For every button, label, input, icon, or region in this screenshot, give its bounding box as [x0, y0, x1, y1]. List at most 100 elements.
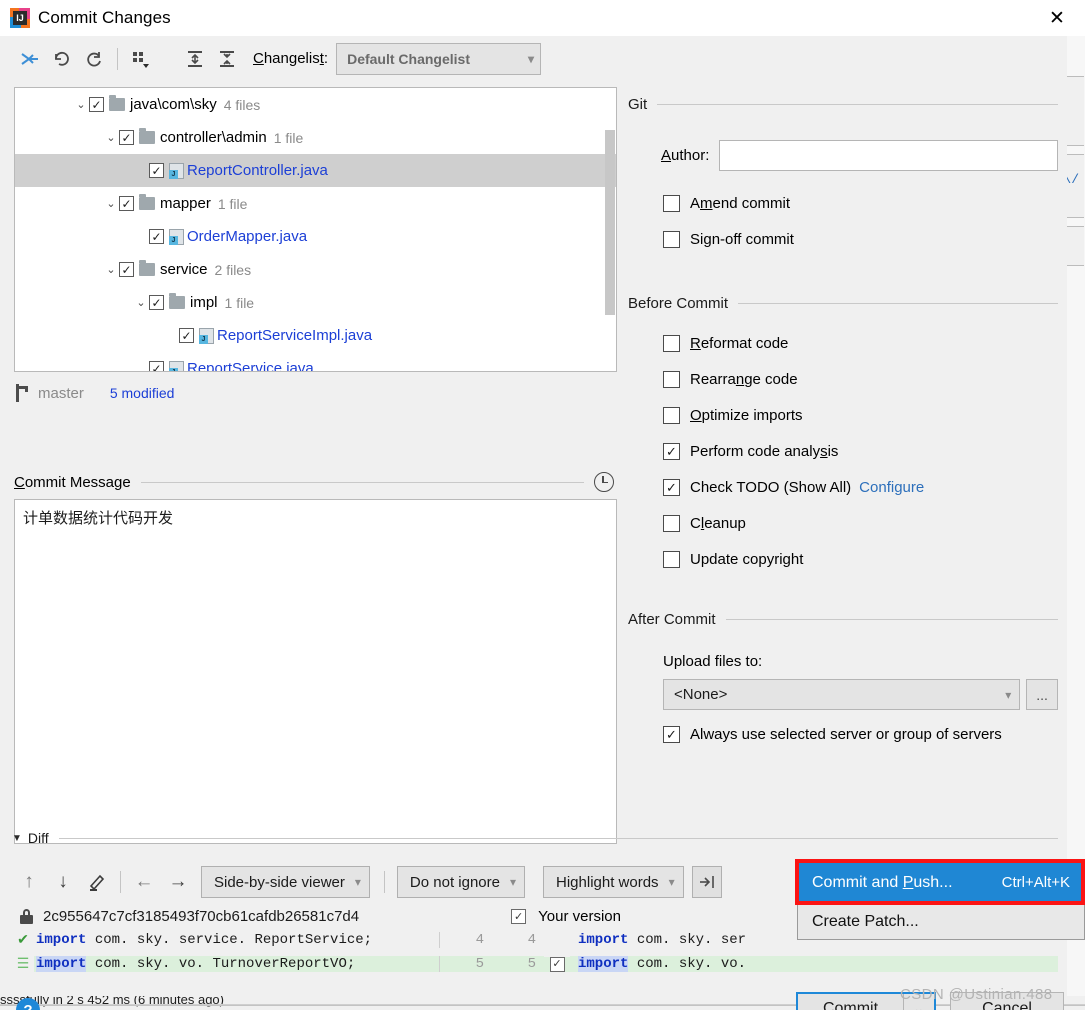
check-todo-label: Check TODO (Show All)	[690, 478, 852, 496]
configure-link[interactable]: Configure	[859, 479, 924, 496]
menu-item-commit-and-push[interactable]: Commit and Push... Ctrl+Alt+K	[798, 863, 1084, 902]
highlight-mode-dropdown[interactable]: Highlight words ▾	[543, 866, 684, 898]
chevron-down-icon: ▼	[12, 832, 22, 844]
tree-file-row[interactable]: ✓ OrderMapper.java	[15, 220, 616, 253]
reformat-code-checkbox[interactable]: Reformat code	[628, 325, 1058, 361]
tree-file-row[interactable]: ✓ ReportController.java	[15, 154, 616, 187]
arrow-left-icon[interactable]: ←	[127, 867, 161, 897]
commit-changes-dialog: \/ ssssfully in 2 s 452 ms (6 minutes ag…	[0, 0, 1085, 1010]
pencil-icon[interactable]	[80, 867, 114, 897]
optimize-imports-checkbox[interactable]: Optimize imports	[628, 397, 1058, 433]
modified-count[interactable]: 5 modified	[110, 385, 175, 401]
tree-row-checkbox[interactable]: ✓	[119, 262, 134, 277]
diff-left-code-2: import com. sky. vo. TurnoverReportVO;	[34, 956, 440, 972]
git-branch-icon	[14, 384, 30, 402]
sign-off-commit-checkbox[interactable]: Sign-off commit	[628, 221, 1058, 257]
always-use-server-checkbox[interactable]: ✓ Always use selected server or group of…	[628, 716, 1058, 752]
tree-folder-row[interactable]: ⌄ ✓ mapper 1 file	[15, 187, 616, 220]
ignore-mode-value: Do not ignore	[409, 873, 500, 891]
perform-code-analysis-label: Perform code analysis	[690, 442, 839, 460]
update-copyright-checkbox[interactable]: Update copyright	[628, 541, 1058, 577]
commit-message-input[interactable]: 计单数据统计代码开发	[14, 499, 617, 844]
tree-row-checkbox[interactable]: ✓	[149, 361, 164, 371]
chevron-down-icon[interactable]: ⌄	[103, 131, 119, 144]
changelist-dropdown[interactable]: Default Changelist ▾	[336, 42, 542, 75]
diff-section-header[interactable]: ▼ Diff	[12, 829, 1058, 847]
accept-change-icon[interactable]: ✔	[12, 932, 34, 949]
rearrange-code-label: Rearrange code	[690, 370, 798, 388]
refresh-icon[interactable]	[78, 44, 110, 74]
tree-row-checkbox[interactable]: ✓	[89, 97, 104, 112]
tree-folder-row[interactable]: ⌄ ✓ impl 1 file	[15, 286, 616, 319]
title-bar: IJ Commit Changes ✕	[0, 0, 1085, 36]
tree-row-checkbox[interactable]: ✓	[149, 295, 164, 310]
history-clock-icon[interactable]	[594, 472, 614, 492]
tree-folder-row[interactable]: ⌄ ✓ controller\admin 1 file	[15, 121, 616, 154]
tree-row-checkbox[interactable]: ✓	[119, 130, 134, 145]
folder-icon	[139, 260, 155, 276]
cleanup-checkbox[interactable]: Cleanup	[628, 505, 1058, 541]
close-icon[interactable]: ✕	[1029, 0, 1085, 36]
menu-item-create-patch-label: Create Patch...	[812, 912, 919, 930]
upload-target-dropdown[interactable]: <None> ▾	[663, 679, 1021, 710]
perform-code-analysis-checkbox[interactable]: ✓ Perform code analysis	[628, 433, 1058, 469]
before-commit-checkbox-list: Reformat code Rearrange code Optimize im…	[628, 325, 1058, 577]
viewer-mode-value: Side-by-side viewer	[214, 873, 345, 891]
after-commit-group-rule	[725, 618, 1058, 620]
java-file-icon	[169, 162, 184, 179]
tree-row-checkbox[interactable]: ✓	[149, 163, 164, 178]
collapse-selection-icon[interactable]	[14, 44, 46, 74]
optimize-imports-label: Optimize imports	[690, 406, 803, 424]
expand-all-icon[interactable]	[179, 44, 211, 74]
amend-commit-checkbox[interactable]: Amend commit	[628, 185, 1058, 221]
tree-row-label: ReportService.java	[187, 360, 314, 372]
group-by-icon[interactable]	[125, 44, 157, 74]
ignore-mode-dropdown[interactable]: Do not ignore ▾	[396, 866, 526, 898]
chevron-down-icon[interactable]: ⌄	[103, 197, 119, 210]
tree-row-checkbox[interactable]: ✓	[119, 196, 134, 211]
java-file-icon	[169, 228, 184, 245]
diff-section-rule	[58, 837, 1058, 839]
diff-line-2-checkbox[interactable]: ✓	[549, 956, 565, 972]
chevron-down-icon[interactable]: ⌄	[103, 263, 119, 276]
check-todo-checkbox[interactable]: ✓ Check TODO (Show All) Configure	[628, 469, 1058, 505]
collapse-all-icon[interactable]	[211, 44, 243, 74]
before-commit-group-title: Before Commit	[628, 294, 729, 312]
viewer-mode-dropdown[interactable]: Side-by-side viewer ▾	[201, 866, 370, 898]
browse-servers-button[interactable]: ...	[1026, 679, 1058, 710]
tree-row-checkbox[interactable]: ✓	[179, 328, 194, 343]
tree-file-row[interactable]: ✓ ReportService.java	[15, 352, 616, 372]
arrow-down-icon[interactable]: ↓	[46, 867, 80, 897]
arrow-right-icon[interactable]: →	[161, 867, 195, 897]
rearrange-code-checkbox[interactable]: Rearrange code	[628, 361, 1058, 397]
chevron-down-icon[interactable]: ⌄	[133, 296, 149, 309]
menu-item-create-patch[interactable]: Create Patch...	[798, 902, 1084, 941]
toolbar-separator	[117, 47, 118, 70]
changed-files-tree[interactable]: ⌄ ✓ java\com\sky 4 files ⌄ ✓ controller\admin 1…	[14, 87, 617, 372]
tree-file-row[interactable]: ✓ ReportServiceImpl.java	[15, 319, 616, 352]
checkbox-box	[663, 194, 680, 212]
change-marker-icon[interactable]: ☰	[12, 956, 34, 973]
tree-row-label: OrderMapper.java	[187, 228, 308, 245]
tree-folder-row[interactable]: ⌄ ✓ service 2 files	[15, 253, 616, 286]
diff-toolbar-separator-2	[383, 871, 385, 893]
rollback-icon[interactable]	[46, 44, 78, 74]
arrow-up-icon[interactable]: ↑	[12, 867, 46, 897]
chevron-down-icon: ▾	[1005, 687, 1012, 702]
chevron-down-icon[interactable]: ⌄	[73, 98, 89, 111]
update-copyright-label: Update copyright	[690, 550, 804, 568]
author-field[interactable]	[719, 140, 1058, 171]
tree-row-checkbox[interactable]: ✓	[149, 229, 164, 244]
after-commit-group-header: After Commit	[628, 609, 1058, 629]
folder-icon	[109, 95, 125, 111]
commit-message-rule	[140, 481, 584, 483]
dialog-body: Changelist: Default Changelist ▾ ⌄ ✓ java\…	[0, 36, 1067, 1010]
collapse-unchanged-icon[interactable]	[691, 866, 722, 898]
menu-item-commit-and-push-label: Commit and Push...	[812, 873, 953, 891]
tree-scrollbar[interactable]	[605, 130, 615, 315]
commit-button[interactable]: Comm i t	[798, 994, 904, 1010]
changelist-label: Changelist:	[253, 50, 329, 67]
tree-folder-row[interactable]: ⌄ ✓ java\com\sky 4 files	[15, 88, 616, 121]
page-title: Commit Changes	[38, 7, 171, 27]
your-version-checkbox[interactable]: ✓	[511, 908, 527, 924]
